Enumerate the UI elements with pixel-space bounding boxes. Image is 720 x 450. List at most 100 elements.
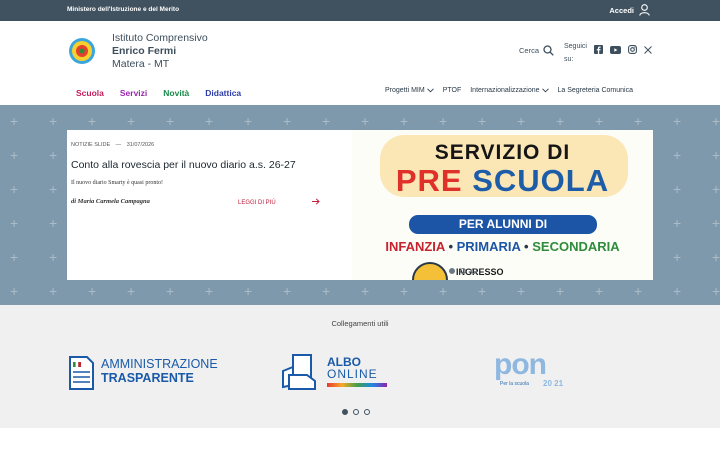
chevron-down-icon xyxy=(426,88,434,93)
user-icon xyxy=(639,4,650,16)
plus-decoration: + xyxy=(712,215,720,231)
plus-decoration: + xyxy=(478,283,487,299)
plus-decoration: + xyxy=(556,283,565,299)
nav-internazionalizzazione-label: Internazionalizzazione xyxy=(470,87,540,94)
plus-decoration: + xyxy=(10,113,19,129)
plus-decoration: + xyxy=(244,283,253,299)
plus-decoration: + xyxy=(244,113,253,129)
pon-year: 20 21 xyxy=(543,379,564,388)
plus-decoration: + xyxy=(10,215,19,231)
slide-description: Il nuovo diario Smarty è quasi pronto! xyxy=(71,180,163,186)
plus-decoration: + xyxy=(361,283,370,299)
slide-date: 31/07/2026 xyxy=(126,142,155,148)
facebook-icon[interactable] xyxy=(594,45,603,54)
amm-line2: TRASPARENTE xyxy=(101,371,194,385)
slider-dot[interactable] xyxy=(449,268,455,274)
x-icon[interactable] xyxy=(644,45,652,54)
plus-decoration: + xyxy=(49,147,58,163)
plus-decoration: + xyxy=(283,113,292,129)
plus-decoration: + xyxy=(712,283,720,299)
plus-decoration: + xyxy=(439,113,448,129)
links-dot[interactable] xyxy=(364,409,370,415)
instagram-icon[interactable] xyxy=(628,45,637,54)
nav-progetti-mim-label: Progetti MIM xyxy=(385,87,425,94)
plus-decoration: + xyxy=(673,113,682,129)
nav-didattica[interactable]: Didattica xyxy=(205,88,241,98)
school-logo[interactable] xyxy=(68,37,96,65)
poster-levels: INFANZIA • PRIMARIA • SECONDARIA xyxy=(352,239,653,254)
school-title: Enrico Fermi xyxy=(112,45,177,57)
school-name[interactable]: Istituto Comprensivo Enrico Fermi Matera… xyxy=(112,32,208,71)
plus-decoration: + xyxy=(322,113,331,129)
albo-text: ALBO ONLINE xyxy=(327,356,387,387)
plus-decoration: + xyxy=(88,283,97,299)
plus-decoration: + xyxy=(556,113,565,129)
slide-title[interactable]: Conto alla rovescia per il nuovo diario … xyxy=(71,159,296,171)
plus-decoration: + xyxy=(49,249,58,265)
nav-servizi[interactable]: Servizi xyxy=(120,88,147,98)
slide-card: NOTIZIE SLIDE — 31/07/2026 Conto alla ro… xyxy=(67,130,653,280)
nav-segreteria[interactable]: La Segreteria Comunica xyxy=(558,87,634,94)
read-more-link[interactable]: LEGGI DI PIÙ xyxy=(238,200,276,206)
clock-icon xyxy=(412,262,448,280)
nav-novita[interactable]: Novità xyxy=(163,88,189,98)
plus-decoration: + xyxy=(517,113,526,129)
youtube-icon[interactable] xyxy=(610,45,621,54)
poster-scuola: SCUOLA xyxy=(472,163,610,198)
poster-level-primaria: PRIMARIA xyxy=(456,239,521,254)
plus-decoration: + xyxy=(673,283,682,299)
plus-decoration: + xyxy=(478,113,487,129)
plus-decoration: + xyxy=(673,215,682,231)
plus-decoration: + xyxy=(205,283,214,299)
links-dot[interactable] xyxy=(353,409,359,415)
site-header: Istituto Comprensivo Enrico Fermi Matera… xyxy=(0,21,720,105)
plus-decoration: + xyxy=(595,283,604,299)
arrow-right-icon[interactable] xyxy=(312,198,320,205)
nav-ptof-label: PTOF xyxy=(442,87,462,94)
plus-decoration: + xyxy=(634,113,643,129)
amministrazione-trasparente-link[interactable]: AMMINISTRAZIONE TRASPARENTE xyxy=(67,351,218,391)
plus-decoration: + xyxy=(673,181,682,197)
slide-meta: NOTIZIE SLIDE — 31/07/2026 xyxy=(71,142,155,148)
plus-decoration: + xyxy=(49,215,58,231)
plus-decoration: + xyxy=(673,147,682,163)
albo-line2: ONLINE xyxy=(327,366,378,381)
albo-icon xyxy=(282,354,316,390)
poster-line2: PRE SCUOLA xyxy=(352,163,653,199)
nav-progetti-mim[interactable]: Progetti MIM xyxy=(385,87,434,94)
poster-sep: • xyxy=(448,239,453,254)
plus-decoration: + xyxy=(400,283,409,299)
plus-decoration: + xyxy=(400,113,409,129)
plus-decoration: + xyxy=(439,283,448,299)
nav-ptof[interactable]: PTOF xyxy=(443,87,462,94)
albo-online-link[interactable]: ALBO ONLINE xyxy=(279,351,387,391)
pon-subtitle: Per la scuola xyxy=(500,381,529,387)
plus-decoration: + xyxy=(712,147,720,163)
search-button[interactable]: Cerca xyxy=(519,45,554,56)
plus-decoration: + xyxy=(673,249,682,265)
plus-decoration: + xyxy=(712,249,720,265)
slider-dot[interactable] xyxy=(471,268,477,274)
plus-decoration: + xyxy=(283,283,292,299)
slide-text: NOTIZIE SLIDE — 31/07/2026 Conto alla ro… xyxy=(67,130,352,280)
nav-scuola[interactable]: Scuola xyxy=(76,88,104,98)
plus-decoration: + xyxy=(10,283,19,299)
plus-decoration: + xyxy=(517,283,526,299)
login-button[interactable]: Accedi xyxy=(609,4,650,16)
links-dot[interactable] xyxy=(342,409,348,415)
amm-line1: AMMINISTRAZIONE xyxy=(101,357,218,371)
slider-dot[interactable] xyxy=(460,268,466,274)
nav-internazionalizzazione[interactable]: Internazionalizzazione xyxy=(470,87,549,94)
school-city: Matera - MT xyxy=(112,58,170,70)
slider-dots xyxy=(449,268,477,274)
slide-category[interactable]: NOTIZIE SLIDE xyxy=(71,142,110,148)
plus-decoration: + xyxy=(127,283,136,299)
social-label: Seguici su: xyxy=(564,43,587,63)
pon-link[interactable]: pon Per la scuola 20 21 xyxy=(494,348,576,396)
poster-pre: PRE xyxy=(395,163,463,198)
poster-line1: SERVIZIO DI xyxy=(434,141,571,164)
albo-color-bar xyxy=(327,382,387,387)
ministry-link[interactable]: Ministero dell'Istruzione e del Merito xyxy=(67,6,179,13)
slide-image[interactable]: SERVIZIO DI PRE SCUOLA PER ALUNNI DI INF… xyxy=(352,130,653,280)
slide-author: di Maria Carmela Campagna xyxy=(71,198,150,205)
